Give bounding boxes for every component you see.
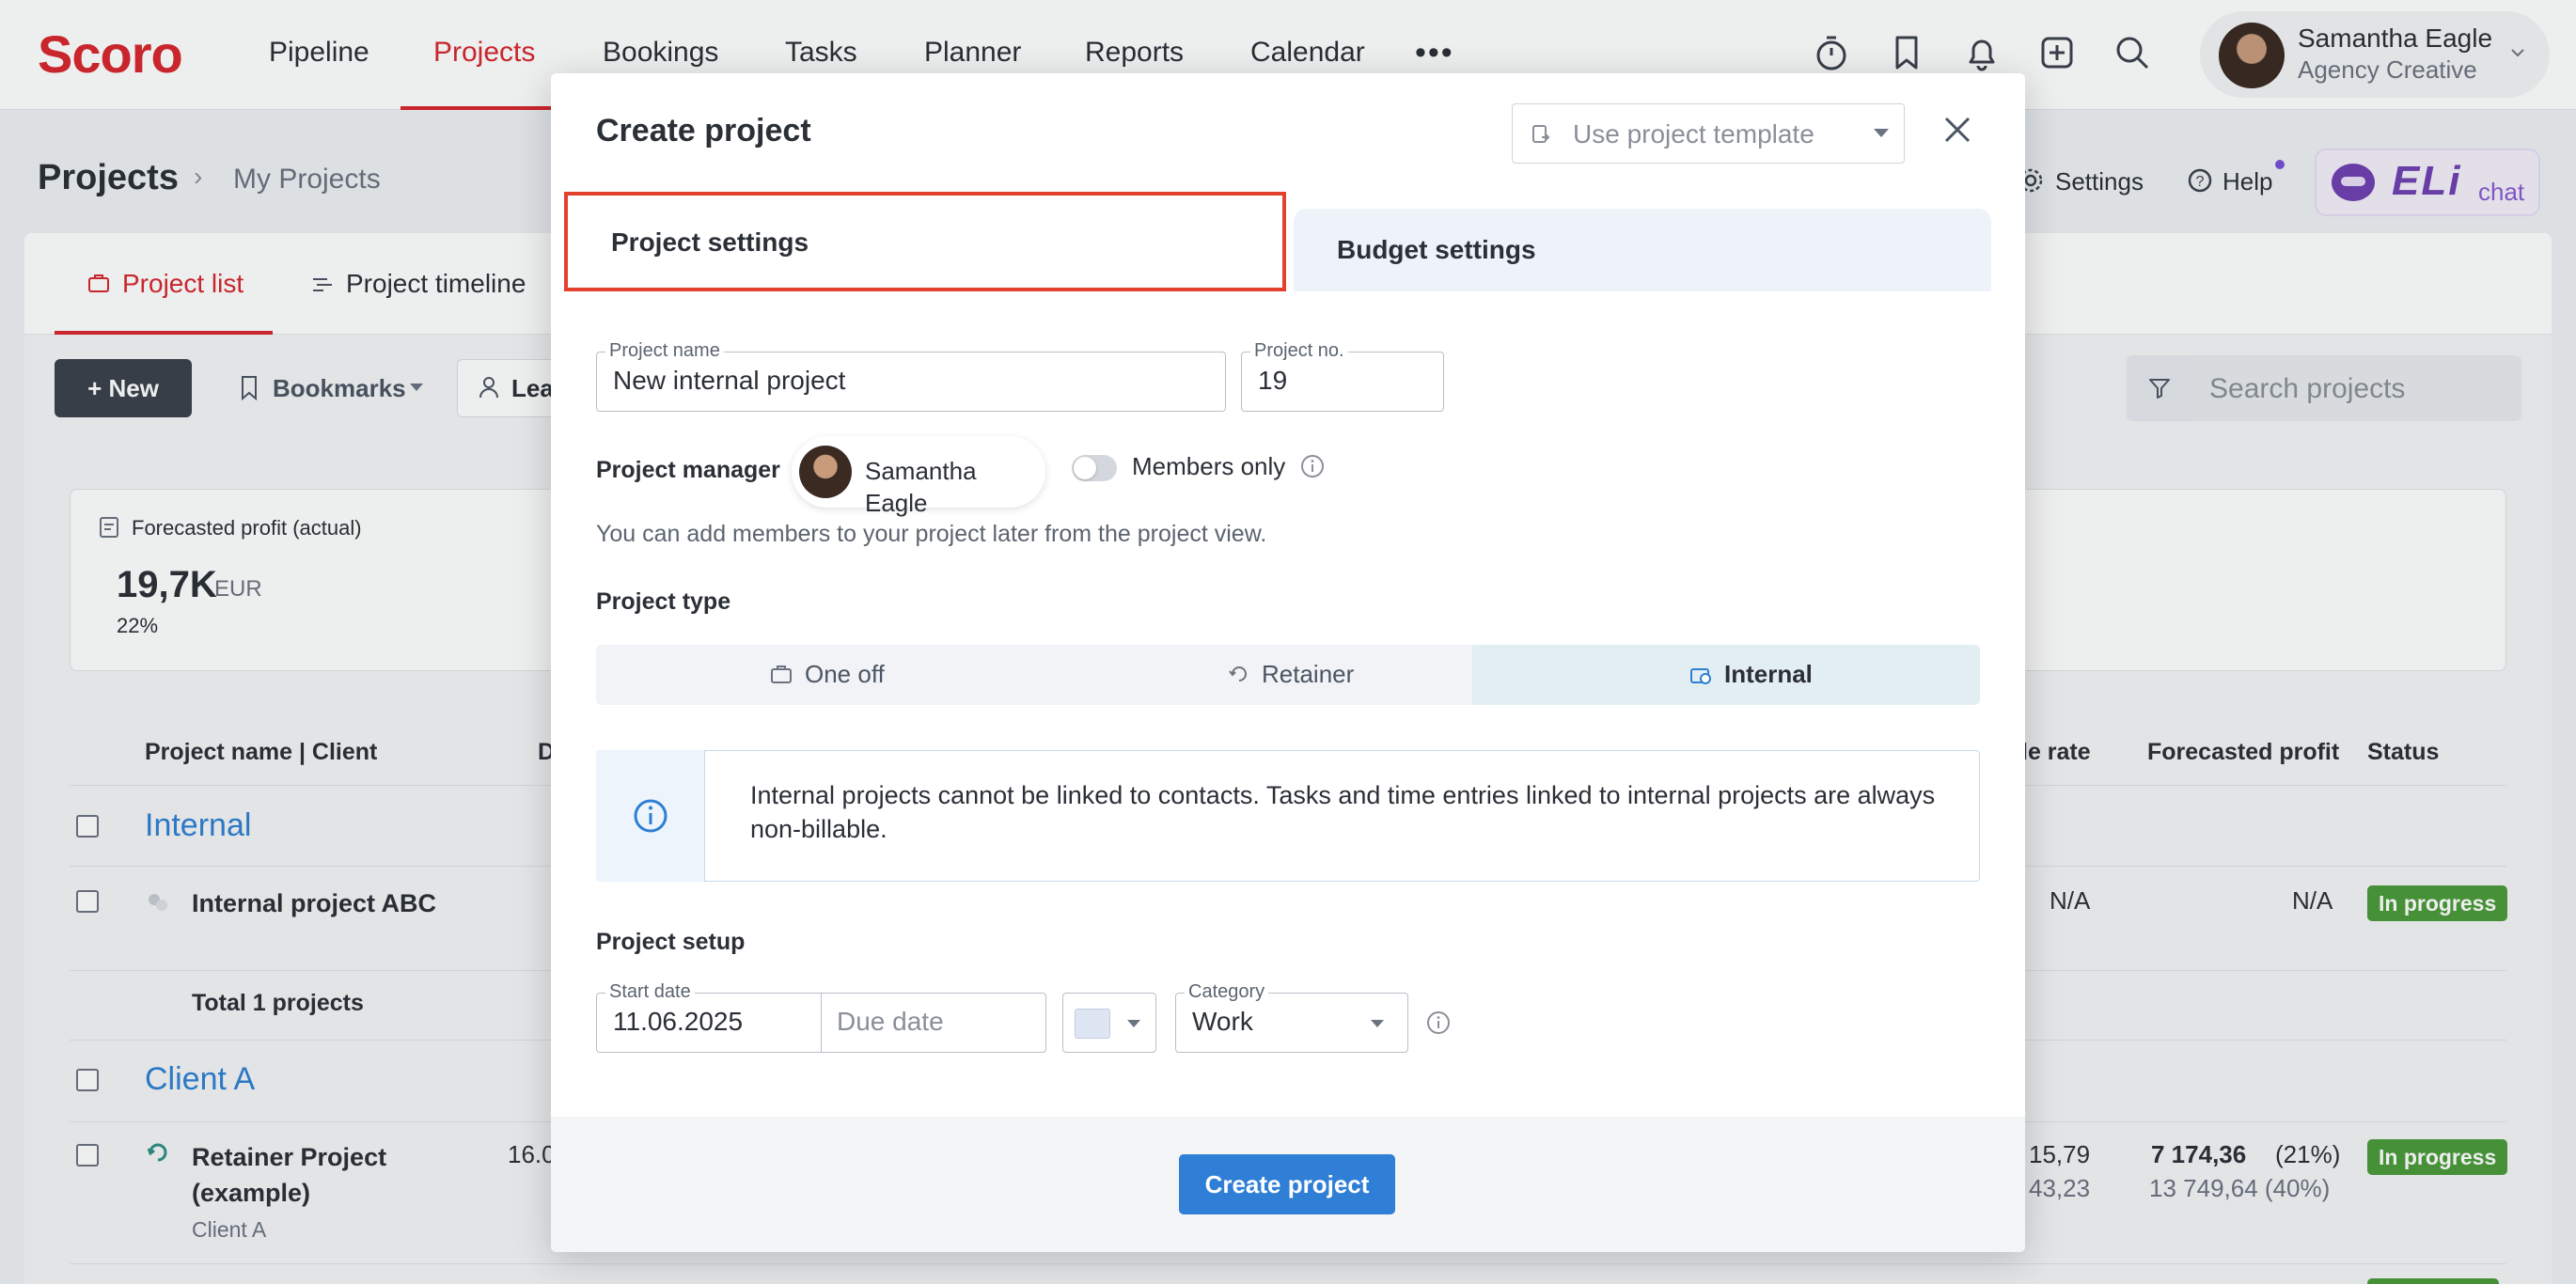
members-hint: You can add members to your project late… (596, 521, 1267, 547)
info-icon[interactable] (1425, 1010, 1452, 1036)
project-color-picker[interactable] (1062, 993, 1156, 1053)
project-type-internal[interactable]: Internal (1724, 659, 1813, 689)
internal-info-text: Internal projects cannot be linked to co… (750, 781, 1936, 843)
info-circle-icon (634, 799, 668, 833)
internal-icon (1690, 668, 1711, 684)
create-project-modal: Create project Use project template Budg… (551, 73, 2025, 1252)
toggle-knob (1074, 457, 1096, 479)
tab-project-settings-label: Project settings (611, 227, 809, 257)
template-icon (1532, 125, 1550, 143)
caret-down-icon (1127, 1020, 1140, 1027)
project-type-one-off[interactable]: One off (805, 659, 885, 689)
caret-down-icon (1874, 129, 1889, 137)
project-name-label: Project name (605, 340, 724, 361)
manager-avatar (799, 446, 852, 498)
project-type-retainer[interactable]: Retainer (1262, 659, 1354, 689)
color-swatch (1075, 1009, 1110, 1039)
project-template-select[interactable]: Use project template (1512, 103, 1905, 164)
caret-down-icon (1371, 1020, 1384, 1027)
members-only-toggle[interactable] (1072, 455, 1117, 481)
start-date-label: Start date (605, 981, 695, 1002)
due-date-placeholder: Due date (837, 1007, 944, 1036)
close-icon[interactable] (1939, 111, 1976, 149)
create-project-button[interactable]: Create project (1179, 1154, 1395, 1214)
template-placeholder: Use project template (1573, 119, 1814, 149)
briefcase-icon (771, 665, 792, 683)
project-name-value: New internal project (613, 366, 846, 395)
project-manager-select[interactable]: Samantha Eagle (792, 436, 1045, 517)
info-icon[interactable] (1299, 453, 1326, 479)
category-value: Work (1192, 1007, 1253, 1036)
retainer-icon (1229, 666, 1247, 681)
project-setup-label: Project setup (596, 929, 746, 955)
project-manager-name: Samantha Eagle (865, 457, 977, 517)
members-only-label: Members only (1132, 452, 1286, 480)
modal-title: Create project (596, 113, 811, 149)
tab-budget-settings-label: Budget settings (1337, 235, 1536, 264)
project-type-label: Project type (596, 588, 731, 615)
project-number-label: Project no. (1250, 340, 1348, 361)
start-date-value: 11.06.2025 (613, 1007, 744, 1036)
project-number-value: 19 (1258, 366, 1288, 395)
project-manager-label: Project manager (596, 457, 780, 483)
category-label: Category (1185, 981, 1269, 1002)
